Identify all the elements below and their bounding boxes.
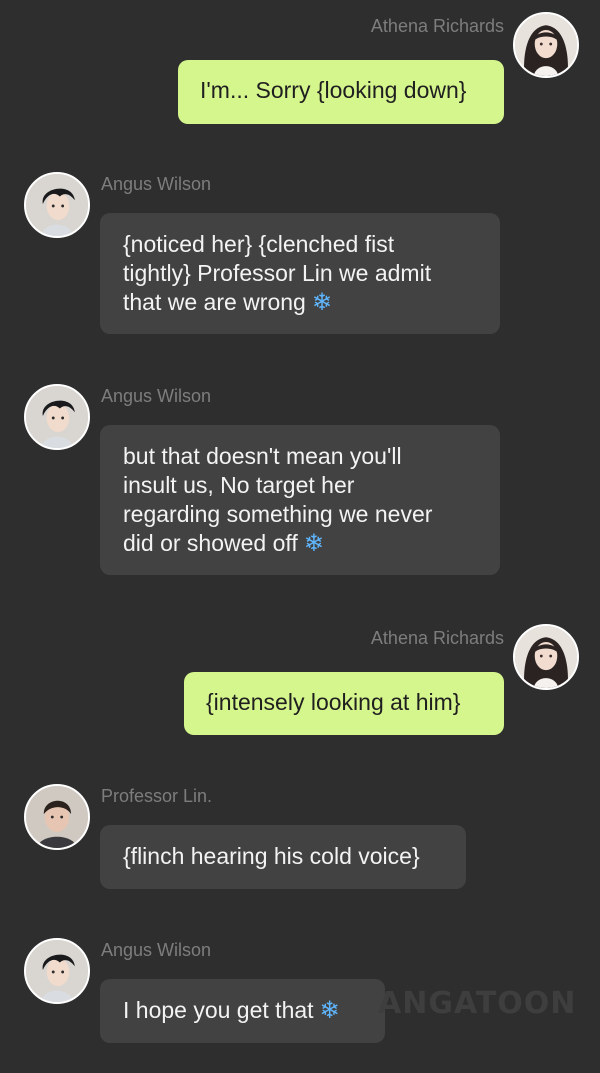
message-bubble[interactable]: but that doesn't mean you'll insult us, … [100,425,500,575]
message-line: tightly} Professor Lin we admit [123,260,432,286]
avatar[interactable] [24,384,90,450]
sender-name: Angus Wilson [101,174,212,194]
snowflake-icon: ❄ [319,997,340,1024]
sender-name: Angus Wilson [101,940,212,960]
sender-name: Athena Richards [370,628,504,648]
message-text: I hope you get that [123,997,314,1023]
female-character-avatar-icon [515,626,577,688]
avatar[interactable] [513,12,579,78]
message-bubble[interactable]: {intensely looking at him} [184,672,504,735]
avatar[interactable] [24,938,90,1004]
chat-message: Athena Richards I'm... Sorry {looking do… [0,0,600,130]
message-text: {flinch hearing his cold voice} [123,843,420,869]
message-line: that we are wrong [123,289,306,315]
message-line: insult us, No target her [123,472,355,498]
chat-message: Professor Lin. {flinch hearing his cold … [0,784,600,894]
sender-name: Angus Wilson [101,386,212,406]
message-line: but that doesn't mean you'll [123,443,402,469]
message-line: regarding something we never [123,501,433,527]
message-text: I'm... Sorry {looking down} [200,77,467,103]
male-character-avatar-icon [26,174,88,236]
message-bubble[interactable]: {flinch hearing his cold voice} [100,825,466,889]
sender-name: Athena Richards [370,16,504,36]
chat-message: Angus Wilson but that doesn't mean you'l… [0,384,600,584]
message-line: did or showed off [123,530,298,556]
message-line: {noticed her} {clenched fist [123,231,395,257]
chat-message: Athena Richards {intensely looking at hi… [0,612,600,742]
message-bubble[interactable]: I'm... Sorry {looking down} [178,60,504,124]
male-character-avatar-icon [26,386,88,448]
avatar[interactable] [24,784,90,850]
avatar[interactable] [513,624,579,690]
watermark: ANGATOON [378,986,577,1021]
female-character-avatar-icon [515,14,577,76]
chat-message: Angus Wilson {noticed her} {clenched fis… [0,172,600,342]
message-text: {intensely looking at him} [206,689,461,715]
snowflake-icon: ❄ [311,289,332,316]
message-bubble[interactable]: I hope you get that ❄ [100,979,385,1043]
snowflake-icon: ❄ [303,530,324,557]
avatar[interactable] [24,172,90,238]
male-character-avatar-icon [26,940,88,1002]
professor-character-avatar-icon [26,786,88,848]
sender-name: Professor Lin. [101,786,213,806]
message-bubble[interactable]: {noticed her} {clenched fist tightly} Pr… [100,213,500,334]
